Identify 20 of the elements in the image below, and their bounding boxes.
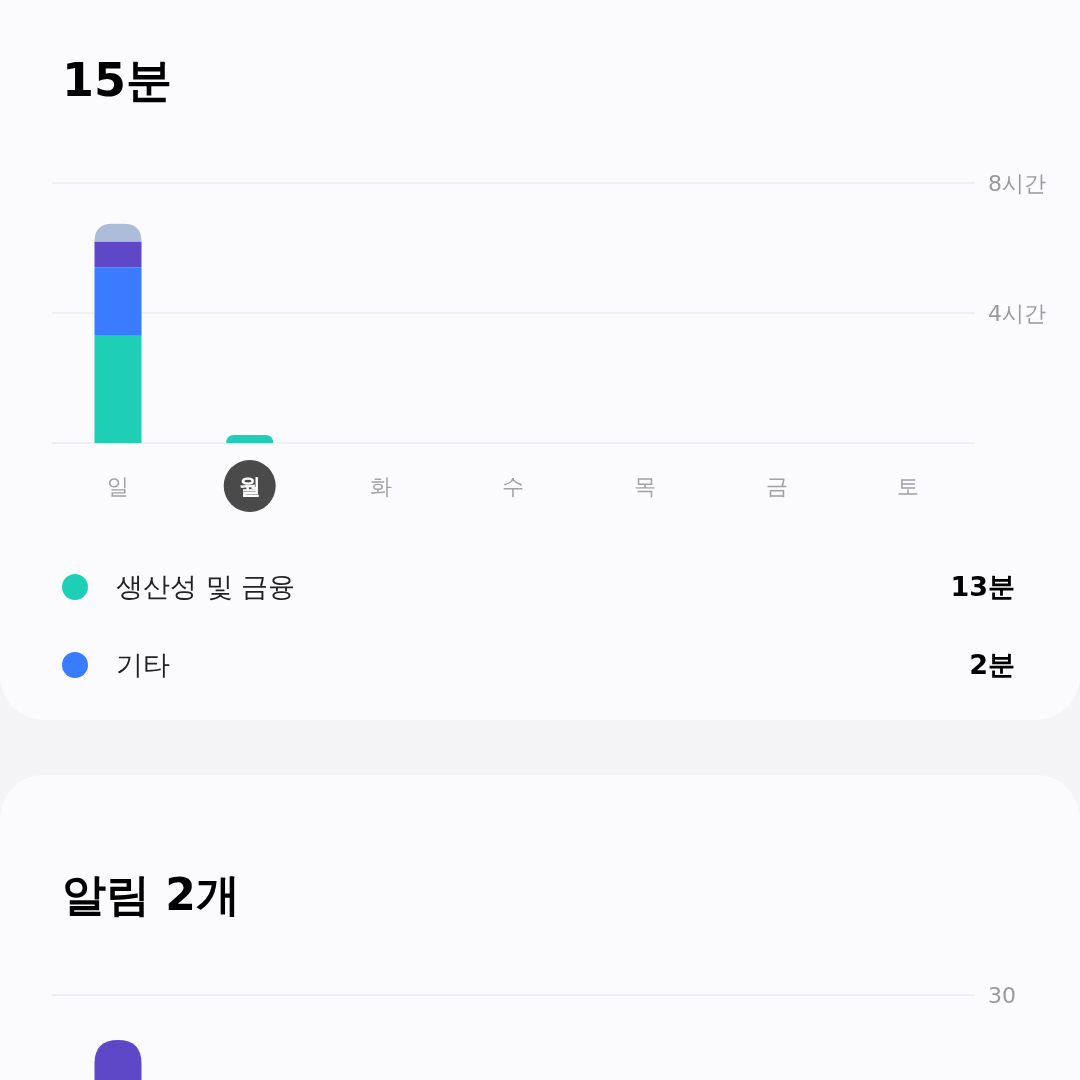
day-tab[interactable]: 토 [897,474,920,499]
notification-count: 알림 2개 [62,869,240,920]
day-tab[interactable]: 금 [765,474,788,499]
day-tab[interactable]: 수 [502,474,525,499]
category-time: 2분 [969,647,1015,682]
day-tab[interactable]: 월 [223,460,276,512]
category-name: 기타 [116,647,170,682]
category-time: 13분 [950,569,1015,604]
bar-segment [226,434,274,443]
category-name: 생산성 및 금융 [116,569,296,604]
day-tab[interactable]: 화 [370,474,393,499]
x-tick-label: 월 [238,474,261,499]
day-tab[interactable]: 일 [107,474,129,499]
axis-label: 30 [988,983,1016,1008]
bar [94,1040,142,1080]
axis-label: 4시간 [988,301,1046,326]
day-tab[interactable]: 목 [633,474,656,499]
total-time: 15분 [62,53,172,107]
axis-label: 8시간 [988,171,1046,196]
bar-segment [94,223,142,242]
